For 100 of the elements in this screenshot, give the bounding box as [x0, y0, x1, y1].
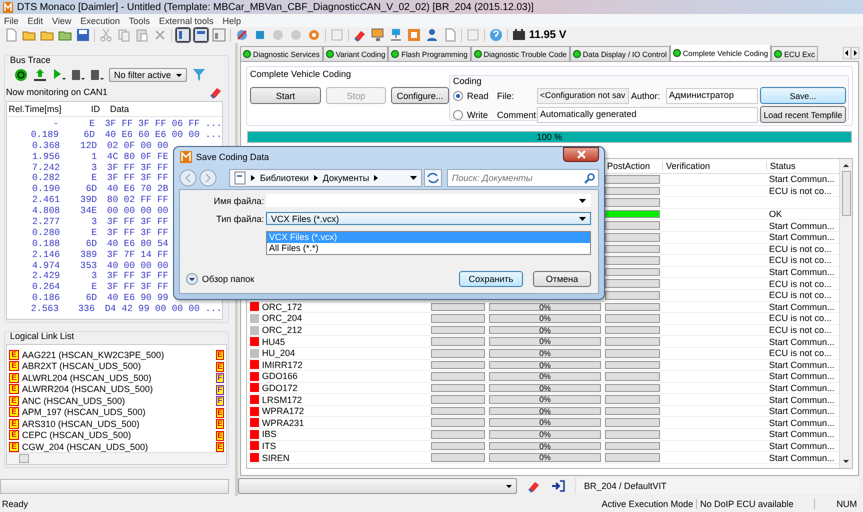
horizontal-scrollbar[interactable] — [7, 452, 226, 464]
filter-icon[interactable] — [192, 68, 206, 82]
filter-dropdown[interactable]: No filter active — [109, 68, 187, 82]
layout-icon[interactable] — [176, 28, 190, 42]
dropdown-arrow-icon — [579, 216, 586, 220]
browse-folders-toggle[interactable]: Обзор папок — [186, 273, 254, 285]
scroll-up-icon[interactable] — [842, 162, 850, 168]
radio-button[interactable]: Write — [453, 110, 495, 120]
upload-icon[interactable] — [33, 68, 47, 82]
progress-reading: 0% — [539, 314, 551, 324]
table-cell-text: 2.563 — [30, 303, 59, 314]
protocol-badge: E — [216, 408, 224, 418]
table-cell-text: Start Commun... — [768, 371, 835, 382]
list-item[interactable]: ALWRL204 (HSCAN_UDS_500) — [22, 372, 152, 383]
radio-button[interactable]: Read — [453, 90, 495, 100]
menu-item[interactable]: File — [4, 16, 19, 26]
table-cell-text: OK — [768, 209, 782, 220]
monitor-icon[interactable] — [371, 28, 385, 42]
table-cell-text: 1 — [90, 150, 97, 162]
table-cell-text: 34E — [79, 205, 97, 216]
button[interactable]: Start — [250, 87, 321, 104]
scroll-right-icon[interactable] — [851, 47, 859, 59]
power-icon[interactable] — [14, 68, 28, 82]
table-cell-text: 0.368 — [31, 140, 60, 151]
copy-icon[interactable] — [117, 28, 131, 42]
menu-item[interactable]: View — [52, 16, 72, 26]
save-button[interactable]: Save... — [760, 87, 846, 104]
table-cell-text: 3F FF 3F FF — [106, 226, 168, 238]
stop-icon[interactable] — [253, 28, 267, 42]
table-cell-text: 4C 80 0F FE — [106, 150, 168, 162]
group-title: Logical Link List — [10, 331, 76, 341]
login-icon[interactable] — [551, 479, 565, 493]
table-cell-text: ECU is not co... — [768, 313, 832, 324]
status-dot-icon — [572, 50, 581, 58]
comment-field[interactable]: Automatically generated — [537, 106, 758, 122]
close-button[interactable] — [563, 147, 599, 162]
table-cell-text: E — [90, 226, 97, 238]
dropdown[interactable] — [238, 478, 517, 494]
scroll-down-icon[interactable] — [842, 459, 850, 465]
network-icon[interactable] — [389, 28, 403, 42]
progress-reading: 0% — [539, 302, 551, 312]
table-cell-text: Start Commun... — [768, 220, 835, 231]
delete-icon[interactable] — [153, 28, 167, 42]
file-field[interactable]: <Configuration not sav — [537, 88, 629, 104]
monitoring-label: Now monitoring on CAN1 — [6, 87, 108, 97]
scroll-left-icon[interactable] — [843, 47, 851, 59]
status-dot-icon — [774, 50, 782, 58]
breadcrumb[interactable]: Библиотеки — [260, 172, 309, 182]
paste-icon[interactable] — [135, 28, 149, 42]
menu-item[interactable]: External tools — [158, 16, 214, 26]
play-icon[interactable] — [52, 68, 66, 82]
scrollbar-thumb[interactable] — [19, 454, 29, 463]
list-item[interactable]: APM_197 (HSCAN_UDS_500) — [22, 407, 146, 418]
protocol-badge: E — [9, 430, 19, 440]
layout-icon[interactable] — [194, 28, 208, 42]
button[interactable]: Сохранить — [459, 271, 523, 287]
protocol-badge: E — [9, 418, 19, 429]
list-item[interactable]: CEPC (HSCAN_UDS_500) — [22, 430, 132, 440]
menu-item[interactable]: Execution — [80, 16, 120, 26]
eraser-icon[interactable] — [353, 28, 367, 42]
chevron-icon — [374, 174, 378, 180]
refresh-icon[interactable] — [424, 168, 442, 186]
list-item[interactable]: ARS310 (HSCAN_UDS_500) — [22, 418, 140, 429]
status-text: No DoIP ECU available — [696, 498, 814, 508]
expand-icon — [186, 273, 198, 285]
button[interactable]: Configure... — [391, 87, 449, 104]
list-item[interactable]: ALWRR204 (HSCAN_UDS_500) — [22, 384, 153, 394]
menu-item[interactable]: Help — [222, 16, 241, 26]
list-item[interactable]: ABR2XT (HSCAN_UDS_500) — [22, 361, 141, 372]
eraser-icon[interactable] — [209, 85, 223, 99]
table-cell: ITS — [262, 440, 276, 451]
address-bar[interactable]: Библиотеки Документы — [229, 168, 422, 186]
help-icon[interactable] — [489, 28, 503, 42]
search-field[interactable]: Поиск: Документы — [446, 168, 599, 186]
protocol-badge: E — [9, 407, 19, 418]
author-field[interactable]: Администратор — [666, 88, 758, 104]
table-cell: WPRA172 — [262, 406, 304, 416]
button[interactable]: Отмена — [533, 271, 591, 287]
list-item[interactable]: AAG221 (HSCAN_KW2C3PE_500) — [22, 350, 164, 360]
forward-button-icon[interactable] — [199, 168, 217, 186]
save-icon[interactable] — [76, 28, 90, 42]
load-button[interactable]: Load recent Tempfile — [760, 106, 846, 123]
person-icon[interactable] — [425, 28, 439, 42]
list-item[interactable]: ANC (HSCAN_UDS_500) — [22, 396, 126, 406]
menu-item[interactable]: Tools — [128, 16, 150, 26]
filename-field[interactable] — [266, 194, 591, 207]
field-label: Имя файла: — [212, 196, 264, 206]
breadcrumb[interactable]: Документы — [322, 172, 370, 182]
table-cell-text: 2.461 — [31, 194, 60, 206]
menu-item[interactable]: Edit — [28, 16, 44, 26]
record-icon[interactable] — [307, 28, 321, 42]
back-button-icon[interactable] — [179, 168, 197, 186]
vertical-scrollbar[interactable] — [839, 159, 852, 468]
eraser-icon[interactable] — [527, 479, 541, 493]
list-item[interactable]: CGW_204 (HSCAN_UDS_500) — [22, 442, 148, 452]
cut-icon[interactable] — [99, 28, 113, 42]
table-cell: IMIRR172 — [262, 360, 303, 370]
scrollbar-thumb[interactable] — [842, 171, 850, 216]
filetype-dropdown[interactable]: VCX Files (*.vcx) — [266, 212, 591, 225]
dropdown-option[interactable]: All Files (*.*) — [267, 243, 590, 254]
